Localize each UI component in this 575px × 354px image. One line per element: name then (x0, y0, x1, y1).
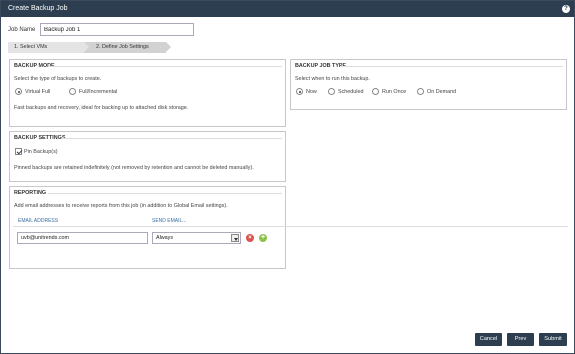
radio-unselected-icon (417, 88, 424, 95)
reporting-instruction: Add email addresses to receive reports f… (14, 203, 228, 209)
radio-run-once-label: Run Once (382, 88, 407, 95)
email-address-column-header: EMAIL ADDRESS (18, 218, 59, 224)
radio-full-incremental[interactable]: Full/Incremental (69, 88, 117, 95)
backup-mode-panel: BACKUP MODE Select the type of backups t… (9, 59, 286, 127)
pin-backups-checkbox[interactable]: Pin Backup(s) (15, 148, 58, 155)
radio-now-label: Now (306, 88, 317, 95)
wizard-step-define-settings[interactable]: 2. Define Job Settings (84, 42, 171, 53)
radio-selected-icon (15, 88, 22, 95)
panel-divider (62, 138, 282, 139)
backup-mode-instruction: Select the type of backups to create. (14, 76, 102, 82)
prev-button[interactable]: Prev (507, 333, 534, 346)
send-email-select[interactable]: Always (152, 232, 241, 244)
radio-unselected-icon (69, 88, 76, 95)
backup-job-type-panel: BACKUP JOB TYPE Select when to run this … (290, 59, 567, 110)
backup-job-type-instruction: Select when to run this backup. (295, 76, 370, 82)
backup-job-type-title: BACKUP JOB TYPE (295, 63, 347, 69)
radio-unselected-icon (372, 88, 379, 95)
table-header-divider (13, 226, 568, 227)
radio-now[interactable]: Now (296, 88, 317, 95)
backup-settings-panel: BACKUP SETTINGS Pin Backup(s) Pinned bac… (9, 131, 286, 182)
checkbox-checked-icon (15, 148, 22, 155)
panel-divider (48, 66, 282, 67)
reporting-title: REPORTING (14, 190, 47, 196)
radio-selected-icon (296, 88, 303, 95)
cancel-button[interactable]: Cancel (475, 333, 502, 346)
job-name-label: Job Name (8, 27, 36, 33)
radio-scheduled-label: Scheduled (338, 88, 364, 95)
wizard-steps: 1. Select VMs 2. Define Job Settings (8, 42, 171, 53)
radio-full-incremental-label: Full/Incremental (79, 88, 118, 95)
panel-divider (48, 193, 282, 194)
pin-backups-label: Pin Backup(s) (24, 148, 58, 155)
radio-unselected-icon (328, 88, 335, 95)
remove-icon[interactable]: × (246, 234, 254, 242)
send-email-value: Always (156, 235, 174, 241)
radio-virtual-full[interactable]: Virtual Full (15, 88, 50, 95)
backup-mode-description: Fast backups and recovery, ideal for bac… (14, 105, 189, 111)
wizard-step-select-vms[interactable]: 1. Select VMs (8, 42, 89, 53)
radio-scheduled[interactable]: Scheduled (328, 88, 363, 95)
panel-divider (341, 66, 563, 67)
reporting-panel: REPORTING Add email addresses to receive… (9, 186, 286, 269)
radio-virtual-full-label: Virtual Full (25, 88, 51, 95)
send-email-column-header: SEND EMAIL... (152, 218, 187, 224)
chevron-down-icon[interactable] (231, 234, 239, 242)
radio-run-once[interactable]: Run Once (372, 88, 406, 95)
job-name-input[interactable] (40, 23, 194, 36)
backup-settings-title: BACKUP SETTINGS (14, 135, 66, 141)
dialog-titlebar: Create Backup Job ? (1, 1, 574, 17)
create-backup-job-dialog: Create Backup Job ? Job Name 1. Select V… (0, 0, 575, 354)
email-address-input[interactable] (17, 232, 148, 244)
add-icon[interactable]: + (259, 234, 267, 242)
pin-backups-note: Pinned backups are retained indefinitely… (14, 165, 254, 171)
radio-on-demand-label: On Demand (427, 88, 457, 95)
submit-button[interactable]: Submit (539, 333, 567, 346)
dialog-title: Create Backup Job (8, 5, 68, 12)
radio-on-demand[interactable]: On Demand (417, 88, 456, 95)
help-icon[interactable]: ? (562, 5, 570, 13)
